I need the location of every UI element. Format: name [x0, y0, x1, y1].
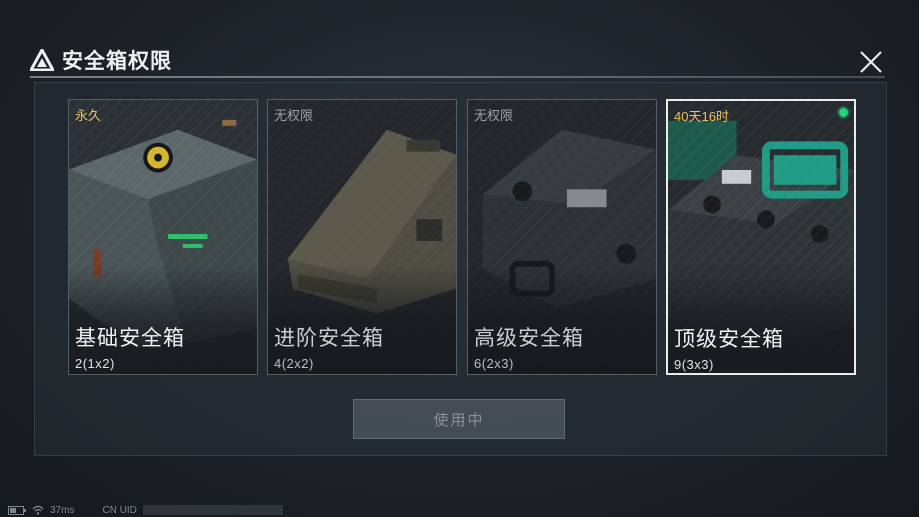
- card-tag: 无权限: [274, 108, 314, 123]
- page-title: 安全箱权限: [62, 50, 172, 73]
- title-divider: [30, 76, 885, 78]
- card-name: 顶级安全箱: [674, 328, 784, 351]
- card-name: 基础安全箱: [75, 327, 185, 350]
- uid-value-redacted: [142, 505, 283, 515]
- battery-icon: [8, 505, 26, 515]
- card-size: 2(1x2): [75, 356, 115, 371]
- in-use-button[interactable]: 使用中: [353, 399, 565, 439]
- card-size: 6(2x3): [474, 356, 514, 371]
- card-size: 9(3x3): [674, 357, 714, 372]
- card-name: 进阶安全箱: [274, 327, 384, 350]
- safebox-card-basic[interactable]: 永久 基础安全箱 2(1x2): [68, 99, 258, 375]
- safebox-card-advanced[interactable]: 无权限 进阶安全箱 4(2x2): [267, 99, 457, 375]
- wifi-icon: [32, 505, 44, 515]
- window-header: 安全箱权限: [30, 44, 172, 76]
- card-name: 高级安全箱: [474, 327, 584, 350]
- status-bar: 37ms CN UID: [8, 503, 283, 517]
- safebox-card-top[interactable]: 40天16时 顶级安全箱 9(3x3): [666, 99, 856, 375]
- in-use-label: 使用中: [433, 411, 485, 429]
- active-indicator-icon: [839, 108, 848, 117]
- uid-label: CN UID: [102, 504, 137, 516]
- safebox-card-senior[interactable]: 无权限 高级安全箱 6(2x3): [467, 99, 657, 375]
- card-size: 4(2x2): [274, 356, 314, 371]
- latency-text: 37ms: [50, 504, 75, 516]
- close-icon[interactable]: [858, 49, 884, 75]
- card-tag: 无权限: [474, 108, 514, 123]
- card-tag: 40天16时: [674, 109, 729, 124]
- delta-logo-icon: [30, 49, 54, 71]
- card-tag: 永久: [75, 108, 102, 123]
